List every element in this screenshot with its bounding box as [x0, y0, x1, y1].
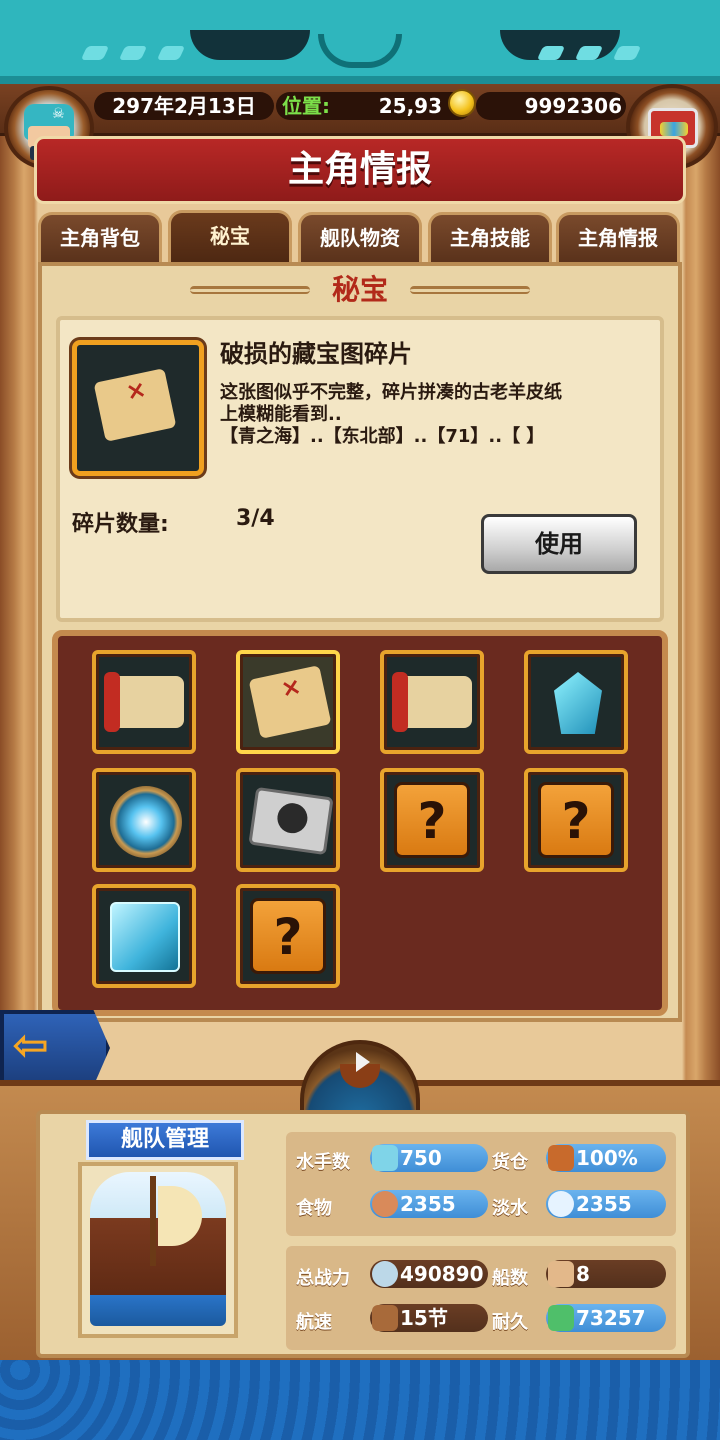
title-flourish-right [410, 286, 530, 294]
item-name: 破损的藏宝图碎片 [220, 340, 412, 368]
grid-slot[interactable]: ? [236, 884, 340, 988]
tab-fleet-supplies[interactable]: 舰队物资 [298, 212, 422, 262]
power-label: 总战力 [296, 1268, 350, 1289]
speed-amount: 15节 [400, 1306, 448, 1330]
cargo-crate-icon [548, 1145, 574, 1171]
fleet-management-label[interactable]: 舰队管理 [86, 1120, 244, 1160]
ice-cube-item-icon [110, 902, 180, 972]
position-value: 25,93 [378, 94, 442, 118]
treasure-map-fragment-item-icon [248, 665, 332, 739]
ships-count: 8 [576, 1262, 590, 1286]
decor-dash [156, 46, 186, 60]
speed-label: 航速 [296, 1312, 332, 1333]
grid-slot[interactable] [236, 768, 340, 872]
food-amount: 2355 [400, 1192, 456, 1216]
item-description: 这张图似乎不完整，碎片拼凑的古老羊皮纸 上模糊能看到.. 【青之海】..【东北部… [220, 382, 650, 448]
sailor-icon [372, 1145, 398, 1171]
sailboat-icon [372, 1305, 398, 1331]
durability-label: 耐久 [492, 1312, 528, 1333]
grid-slot[interactable] [380, 650, 484, 754]
compass-item-icon [110, 786, 182, 858]
fragment-count-value: 3/4 [236, 506, 275, 531]
meat-icon [372, 1191, 398, 1217]
back-arrow-icon: ⇦ [12, 1020, 49, 1071]
crossed-swords-icon [372, 1261, 398, 1287]
use-button[interactable]: 使用 [481, 514, 637, 574]
item-desc-line: 【青之海】..【东北部】..【71】..【 】 [220, 426, 545, 447]
water-amount: 2355 [576, 1192, 632, 1216]
question-mark-icon: ? [394, 782, 470, 858]
ships-label: 船数 [492, 1268, 528, 1289]
fragment-count-label: 碎片数量: [72, 512, 169, 537]
water-jug-icon [548, 1191, 574, 1217]
section-title: 秘宝 [331, 273, 388, 306]
cargo-label: 货仓 [492, 1152, 528, 1173]
sailors-count: 750 [400, 1146, 442, 1170]
grid-slot[interactable] [92, 768, 196, 872]
skull-icon: ☠ [52, 106, 65, 122]
grid-slot[interactable] [92, 650, 196, 754]
position-label: 位置: [282, 94, 330, 118]
ship-mast [150, 1176, 156, 1266]
power-amount: 490890 [400, 1262, 484, 1286]
tab-treasure[interactable]: 秘宝 [168, 210, 292, 262]
grid-slot[interactable] [236, 650, 340, 754]
gold-coin-icon [448, 89, 476, 117]
creature-eye-left [190, 30, 310, 60]
position-display: 位置: 25,93 [276, 92, 472, 120]
grid-slot[interactable] [92, 884, 196, 988]
tab-backpack[interactable]: 主角背包 [38, 212, 162, 262]
repair-ship-icon [548, 1305, 574, 1331]
tab-skills[interactable]: 主角技能 [428, 212, 552, 262]
sea-waves [0, 1360, 720, 1440]
mechanical-device-item-icon [248, 786, 334, 856]
decor-dash [612, 46, 642, 60]
tab-bar: 主角背包 秘宝 舰队物资 主角技能 主角情报 [38, 210, 682, 262]
durability-amount: 73257 [576, 1306, 646, 1330]
grid-slot[interactable] [524, 650, 628, 754]
cargo-percent: 100% [576, 1146, 638, 1170]
creature-mouth [318, 34, 402, 68]
decor-dash [118, 46, 148, 60]
question-mark-icon: ? [250, 898, 326, 974]
sailors-label: 水手数 [296, 1152, 350, 1173]
decor-dash [80, 46, 110, 60]
ship-icon [548, 1261, 574, 1287]
scroll-map-item-icon [104, 672, 184, 732]
boat-sail-icon [356, 1052, 370, 1072]
blue-crystal-item-icon [554, 672, 602, 734]
grid-slot[interactable]: ? [380, 768, 484, 872]
stats-group-supplies: 水手数 750 货仓 100% 食物 2355 淡水 2355 [286, 1132, 676, 1236]
stats-group-fleet: 总战力 490890 船数 8 航速 15节 耐久 73257 [286, 1246, 676, 1350]
gems-icon [660, 122, 688, 136]
game-date: 297年2月13日 [94, 92, 274, 120]
page-title: 主角情报 [34, 136, 686, 204]
tab-info[interactable]: 主角情报 [556, 212, 680, 262]
selected-item-icon [72, 340, 204, 476]
treasure-map-icon [93, 368, 177, 442]
item-desc-line: 上模糊能看到.. [220, 404, 342, 425]
water-label: 淡水 [492, 1198, 528, 1219]
item-desc-line: 这张图似乎不完整，碎片拼凑的古老羊皮纸 [220, 382, 562, 403]
top-decor-band [0, 0, 720, 92]
question-mark-icon: ? [538, 782, 614, 858]
ancient-scroll-item-icon [392, 672, 472, 732]
grid-slot[interactable]: ? [524, 768, 628, 872]
gold-amount: 9992306 [476, 92, 626, 120]
food-label: 食物 [296, 1198, 332, 1219]
